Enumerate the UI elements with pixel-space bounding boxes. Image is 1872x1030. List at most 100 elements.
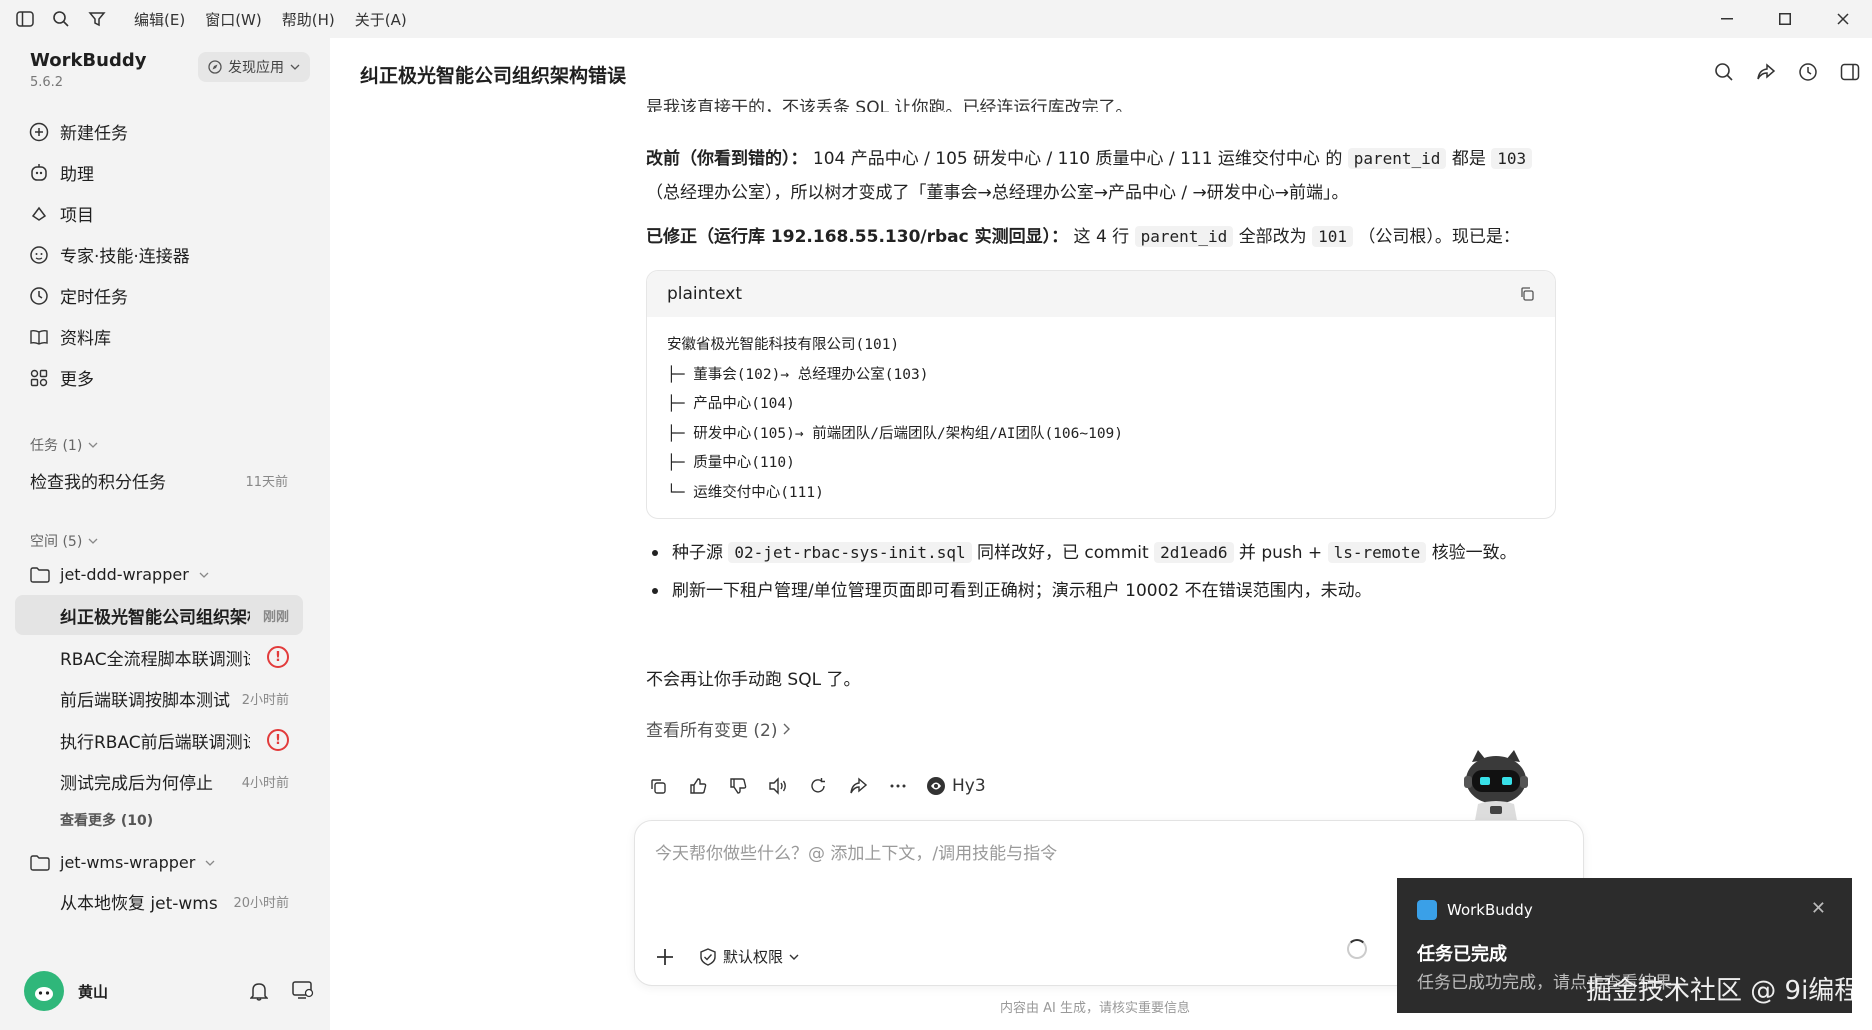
code-language: plaintext <box>667 284 742 304</box>
list-item: 种子源 02-jet-rbac-sys-init.sql 同样改好，已 comm… <box>646 536 1546 570</box>
view-more-link[interactable]: 查看更多 (10) <box>60 810 153 830</box>
inline-code: 02-jet-rbac-sys-init.sql <box>728 542 972 563</box>
task-item[interactable]: 检查我的积分任务 11天前 <box>30 462 288 498</box>
regenerate-icon[interactable] <box>806 774 830 798</box>
message-actions: Hy3 <box>646 774 986 798</box>
model-selector[interactable]: Hy3 <box>926 776 986 796</box>
conversation-item[interactable]: RBAC全流程脚本联调测试 ! <box>15 637 303 677</box>
spaces-section-header[interactable]: 空间 (5) <box>30 531 98 551</box>
thumbs-down-icon[interactable] <box>726 774 750 798</box>
permission-selector[interactable]: 默认权限 <box>699 946 799 967</box>
text: 这 4 行 <box>1073 227 1130 247</box>
nav-label: 助理 <box>60 165 94 185</box>
text: 种子源 <box>672 543 723 563</box>
conversation-item[interactable]: 执行RBAC前后端联调测试 ! <box>15 720 303 760</box>
text: 并 push + <box>1238 543 1323 563</box>
folder-jet-wms-wrapper[interactable]: jet-wms-wrapper <box>30 853 215 872</box>
nav-library[interactable]: 资料库 <box>28 316 318 357</box>
sidebar: WorkBuddy 5.6.2 发现应用 新建任务 助理 项目 专家·技能·连接… <box>0 38 330 1030</box>
menu-bar: 编辑(E) 窗口(W) 帮助(H) 关于(A) <box>134 9 407 30</box>
menu-about[interactable]: 关于(A) <box>355 9 407 30</box>
avatar[interactable] <box>24 971 64 1011</box>
menu-window[interactable]: 窗口(W) <box>205 9 262 30</box>
folder-name: jet-ddd-wrapper <box>60 565 189 584</box>
brand: WorkBuddy 5.6.2 <box>30 50 146 90</box>
ai-disclaimer: 内容由 AI 生成，请核实重要信息 <box>1000 1001 1190 1016</box>
filter-icon[interactable] <box>86 8 108 30</box>
code-block: plaintext 安徽省极光智能科技有限公司(101) ├─ 董事会(102)→… <box>646 270 1556 519</box>
plus-circle-icon <box>28 121 50 143</box>
error-icon: ! <box>267 729 289 751</box>
bullet-list: 种子源 02-jet-rbac-sys-init.sql 同样改好，已 comm… <box>646 536 1546 608</box>
copy-icon[interactable] <box>1519 286 1535 302</box>
chevron-down-icon <box>290 64 300 70</box>
panel-toggle-icon[interactable] <box>1840 62 1860 82</box>
chevron-down-icon <box>88 442 98 448</box>
nav-label: 专家·技能·连接器 <box>60 247 190 267</box>
assistant-icon <box>28 162 50 184</box>
screen-icon[interactable] <box>292 981 314 1001</box>
user-name[interactable]: 黄山 <box>78 981 108 1002</box>
text: 核验一致。 <box>1431 543 1517 563</box>
share-icon[interactable] <box>1756 62 1776 82</box>
search-icon[interactable] <box>50 8 72 30</box>
permission-label: 默认权限 <box>723 948 784 966</box>
text: 全部改为 <box>1238 227 1307 247</box>
title-bar: 编辑(E) 窗口(W) 帮助(H) 关于(A) <box>0 0 1872 38</box>
history-icon[interactable] <box>1798 62 1818 82</box>
thumbs-up-icon[interactable] <box>686 774 710 798</box>
nav-more[interactable]: 更多 <box>28 357 318 398</box>
conversation-item[interactable]: 纠正极光智能公司组织架构错误 刚刚 <box>15 595 303 635</box>
close-icon[interactable]: ✕ <box>1811 898 1826 919</box>
add-attachment-button[interactable] <box>655 947 675 967</box>
more-icon[interactable] <box>886 774 910 798</box>
nav-label: 更多 <box>60 370 94 390</box>
close-icon[interactable] <box>1814 0 1872 38</box>
sidebar-toggle-icon[interactable] <box>14 8 36 30</box>
view-changes-link[interactable]: 查看所有变更 (2) <box>646 716 791 741</box>
share-icon[interactable] <box>846 774 870 798</box>
loading-spinner-icon <box>1347 939 1367 959</box>
code-block-body: 安徽省极光智能科技有限公司(101) ├─ 董事会(102)→ 总经理办公室(10… <box>647 317 1555 518</box>
text: （总经理办公室），所以树才变成了「董事会→总经理办公室→产品中心 / →研发中心… <box>646 183 1349 203</box>
conversation-label: 纠正极光智能公司组织架构错误 <box>60 607 250 628</box>
code-line: ├─ 产品中心(104) <box>667 396 795 412</box>
nav-label: 新建任务 <box>60 124 128 144</box>
menu-help[interactable]: 帮助(H) <box>282 9 335 30</box>
nav-scheduled[interactable]: 定时任务 <box>28 275 318 316</box>
nav-project[interactable]: 项目 <box>28 193 318 234</box>
conversation-item[interactable]: 测试完成后为何停止 4小时前 <box>15 761 303 801</box>
robot-mascot-image[interactable] <box>1456 748 1536 826</box>
nav-assistant[interactable]: 助理 <box>28 152 318 193</box>
conversation-item[interactable]: 前后端联调按脚本测试 2小时前 <box>15 678 303 718</box>
folder-jet-ddd-wrapper[interactable]: jet-ddd-wrapper <box>30 565 209 584</box>
conversation-label: 从本地恢复 jet-wms <box>60 893 218 914</box>
book-icon <box>28 326 50 348</box>
folder-icon <box>30 566 50 583</box>
minimize-icon[interactable] <box>1698 0 1756 38</box>
tasks-section-header[interactable]: 任务 (1) <box>30 435 98 455</box>
grid-icon <box>28 367 50 389</box>
chevron-down-icon <box>789 954 799 960</box>
bell-icon[interactable] <box>250 981 268 1001</box>
search-icon[interactable] <box>1714 62 1734 82</box>
inline-code: 103 <box>1491 148 1533 169</box>
project-icon <box>28 203 50 225</box>
toast-app-name: WorkBuddy <box>1447 901 1533 919</box>
user-bar: 黄山 <box>24 966 314 1016</box>
nav-new-task[interactable]: 新建任务 <box>28 111 318 152</box>
task-label: 检查我的积分任务 <box>30 472 166 493</box>
discover-apps-button[interactable]: 发现应用 <box>198 52 310 82</box>
text: （公司根）。现已是： <box>1358 227 1520 247</box>
copy-icon[interactable] <box>646 774 670 798</box>
maximize-icon[interactable] <box>1756 0 1814 38</box>
conversation-item[interactable]: 从本地恢复 jet-wms 20小时前 <box>15 881 303 921</box>
nav-experts[interactable]: 专家·技能·连接器 <box>28 234 318 275</box>
before-label: 改前（你看到错的）： <box>646 149 808 169</box>
closing-text: 不会再让你手动跑 SQL 了。 <box>646 670 861 690</box>
tasks-header-label: 任务 (1) <box>30 438 83 454</box>
nav-label: 资料库 <box>60 329 111 349</box>
chat-input-placeholder[interactable]: 今天帮你做些什么？@ 添加上下文，/调用技能与指令 <box>655 839 1057 864</box>
speaker-icon[interactable] <box>766 774 790 798</box>
menu-edit[interactable]: 编辑(E) <box>134 9 185 30</box>
